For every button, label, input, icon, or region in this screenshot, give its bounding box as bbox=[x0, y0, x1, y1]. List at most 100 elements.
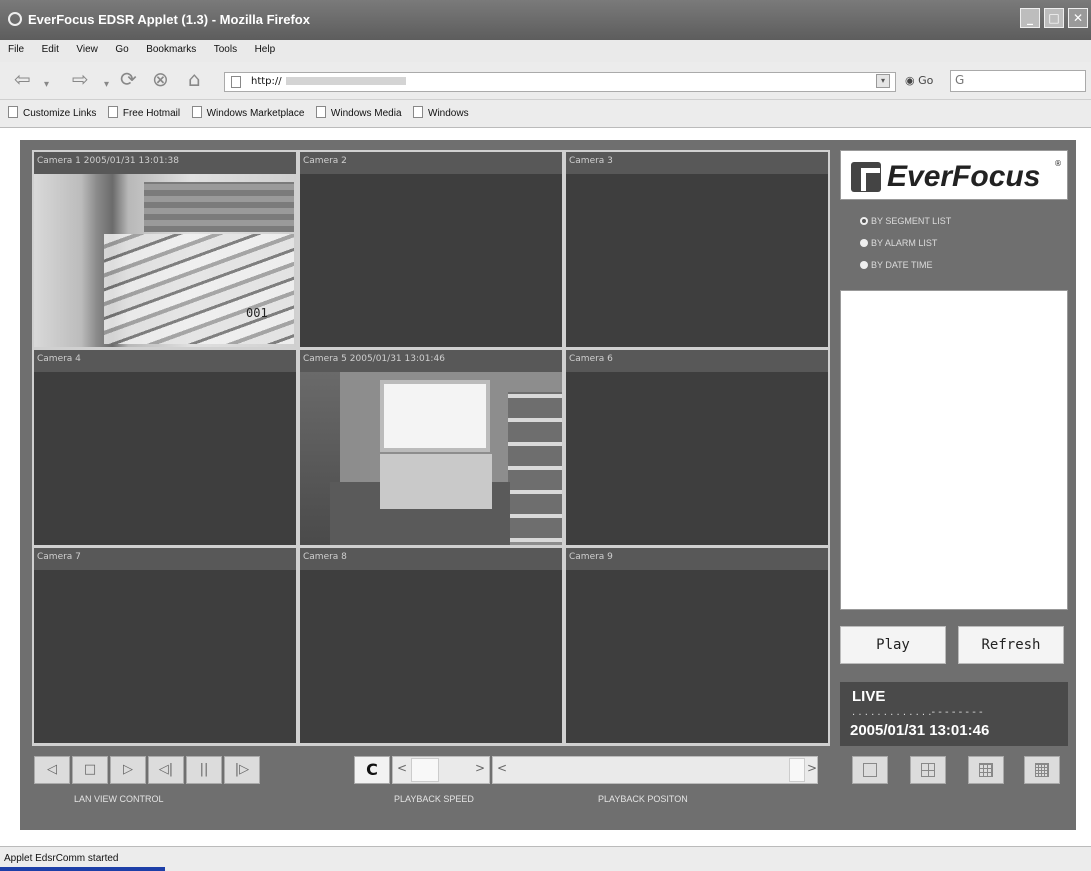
reverse-frame-button[interactable]: ◁| bbox=[148, 756, 184, 784]
firefox-icon bbox=[8, 12, 22, 26]
window-title: EverFocus EDSR Applet (1.3) - Mozilla Fi… bbox=[28, 12, 310, 27]
camera-caption: Camera 3 bbox=[566, 152, 828, 174]
radio-segment-list[interactable]: BY SEGMENT LIST bbox=[860, 216, 951, 226]
search-icon: G bbox=[955, 73, 965, 87]
stop-button[interactable]: □ bbox=[72, 756, 108, 784]
camera-grid: Camera 1 2005/01/31 13:01:38 001 Camera … bbox=[32, 150, 830, 746]
camera-caption: Camera 5 2005/01/31 13:01:46 bbox=[300, 350, 562, 372]
camera-tile-3[interactable]: Camera 3 bbox=[566, 152, 828, 347]
radio-selected-icon bbox=[860, 217, 868, 225]
camera-tile-2[interactable]: Camera 2 bbox=[300, 152, 562, 347]
back-arrow-icon[interactable]: ⇦ bbox=[14, 68, 31, 92]
table-image bbox=[380, 454, 492, 509]
camera-5-video bbox=[300, 372, 562, 545]
camera-tile-9[interactable]: Camera 9 bbox=[566, 548, 828, 743]
building-image bbox=[144, 182, 294, 232]
title-bar: EverFocus EDSR Applet (1.3) - Mozilla Fi… bbox=[0, 0, 1091, 40]
menu-go[interactable]: Go bbox=[107, 40, 134, 55]
bookmark-label: Windows Marketplace bbox=[206, 108, 305, 119]
menu-view[interactable]: View bbox=[68, 40, 104, 55]
camera-1-overlay: 001 bbox=[246, 306, 268, 320]
layout-4-button[interactable] bbox=[910, 756, 946, 784]
camera-tile-4[interactable]: Camera 4 bbox=[34, 350, 296, 545]
search-input[interactable]: G bbox=[950, 70, 1086, 92]
menu-tools[interactable]: Tools bbox=[206, 40, 243, 55]
maximize-button[interactable]: □ bbox=[1044, 8, 1064, 28]
camera-tile-5[interactable]: Camera 5 2005/01/31 13:01:46 bbox=[300, 350, 562, 545]
go-button[interactable]: ◉ Go bbox=[905, 74, 933, 87]
reload-icon[interactable]: ⟳ bbox=[120, 68, 137, 92]
camera-tile-6[interactable]: Camera 6 bbox=[566, 350, 828, 545]
camera-caption: Camera 9 bbox=[566, 548, 828, 570]
bookmark-page-icon bbox=[8, 106, 18, 119]
lan-view-control-label: LAN VIEW CONTROL bbox=[74, 794, 164, 804]
step-back-button[interactable]: ◁ bbox=[34, 756, 70, 784]
url-dropdown-icon[interactable]: ▾ bbox=[876, 74, 890, 88]
camera-tile-8[interactable]: Camera 8 bbox=[300, 548, 562, 743]
pause-button[interactable]: || bbox=[186, 756, 222, 784]
speed-reset-button[interactable]: C bbox=[354, 756, 390, 784]
position-slider-thumb[interactable] bbox=[789, 758, 805, 782]
slider-left-arrow-icon[interactable]: < bbox=[497, 761, 507, 775]
nine-view-icon bbox=[979, 763, 993, 777]
refresh-button[interactable]: Refresh bbox=[958, 626, 1064, 664]
url-text: http:// bbox=[251, 76, 282, 87]
back-dropdown-icon[interactable]: ▾ bbox=[44, 74, 49, 98]
bookmark-page-icon bbox=[315, 106, 326, 119]
menu-bookmarks[interactable]: Bookmarks bbox=[138, 40, 202, 55]
layout-9-button[interactable] bbox=[968, 756, 1004, 784]
home-icon[interactable]: ⌂ bbox=[188, 68, 201, 92]
edsr-applet: Camera 1 2005/01/31 13:01:38 001 Camera … bbox=[20, 140, 1076, 830]
live-label: LIVE bbox=[852, 688, 886, 705]
playback-speed-label: PLAYBACK SPEED bbox=[394, 794, 474, 804]
minimize-button[interactable]: _ bbox=[1020, 8, 1040, 28]
playback-position-slider[interactable]: < > bbox=[492, 756, 818, 784]
bookmark-label: Customize Links bbox=[23, 108, 97, 119]
bookmark-windows-marketplace[interactable]: Windows Marketplace bbox=[191, 100, 305, 119]
menu-file[interactable]: File bbox=[0, 40, 30, 55]
radio-date-time[interactable]: BY DATE TIME bbox=[860, 260, 933, 270]
radio-label: BY DATE TIME bbox=[871, 260, 933, 270]
radio-alarm-list[interactable]: BY ALARM LIST bbox=[860, 238, 937, 248]
sixteen-view-icon bbox=[1035, 763, 1049, 777]
camera-caption: Camera 7 bbox=[34, 548, 296, 570]
close-button[interactable]: ✕ bbox=[1068, 8, 1088, 28]
radio-label: BY ALARM LIST bbox=[871, 238, 938, 248]
url-input[interactable]: http:// bbox=[224, 72, 896, 92]
bookmark-customize-links[interactable]: Customize Links bbox=[8, 100, 96, 119]
forward-frame-button[interactable]: |▷ bbox=[224, 756, 260, 784]
camera-caption: Camera 2 bbox=[300, 152, 562, 174]
speed-slider-thumb[interactable] bbox=[411, 758, 439, 782]
single-view-icon bbox=[863, 763, 877, 777]
page-content: Camera 1 2005/01/31 13:01:38 001 Camera … bbox=[10, 132, 1086, 844]
bookmark-windows-media[interactable]: Windows Media bbox=[315, 100, 402, 119]
slider-right-arrow-icon[interactable]: > bbox=[475, 761, 485, 775]
play-button[interactable]: Play bbox=[840, 626, 946, 664]
menu-edit[interactable]: Edit bbox=[34, 40, 65, 55]
stop-icon[interactable]: ⊗ bbox=[152, 68, 169, 92]
slider-right-arrow-icon[interactable]: > bbox=[807, 761, 817, 775]
status-bar: Applet EdsrComm started bbox=[0, 846, 1091, 871]
segment-list-box[interactable] bbox=[840, 290, 1068, 610]
camera-caption: Camera 8 bbox=[300, 548, 562, 570]
bookmark-free-hotmail[interactable]: Free Hotmail bbox=[107, 100, 181, 119]
bookmark-label: Free Hotmail bbox=[122, 108, 181, 119]
layout-1-button[interactable] bbox=[852, 756, 888, 784]
forward-arrow-icon[interactable]: ⇨ bbox=[72, 68, 89, 92]
camera-tile-1[interactable]: Camera 1 2005/01/31 13:01:38 001 bbox=[34, 152, 296, 347]
radio-label: BY SEGMENT LIST bbox=[871, 216, 952, 226]
page-icon bbox=[231, 76, 241, 88]
slider-left-arrow-icon[interactable]: < bbox=[397, 761, 407, 775]
camera-tile-7[interactable]: Camera 7 bbox=[34, 548, 296, 743]
layout-16-button[interactable] bbox=[1024, 756, 1060, 784]
quad-view-icon bbox=[921, 763, 935, 777]
whiteboard-image bbox=[380, 380, 490, 452]
bookmark-windows[interactable]: Windows bbox=[413, 100, 469, 119]
side-panel: EverFocus ® BY SEGMENT LIST BY ALARM LIS… bbox=[840, 150, 1068, 746]
navigation-toolbar: ⇦ ▾ ⇨ ▾ ⟳ ⊗ ⌂ http:// ▾ ◉ Go G bbox=[0, 62, 1091, 100]
forward-dropdown-icon[interactable]: ▾ bbox=[104, 74, 109, 98]
live-status-panel: LIVE . . . . . . . . . . . . .- - - - - … bbox=[840, 682, 1068, 746]
play-forward-button[interactable]: ▷ bbox=[110, 756, 146, 784]
menu-help[interactable]: Help bbox=[247, 40, 282, 55]
playback-speed-slider[interactable]: < > bbox=[392, 756, 490, 784]
